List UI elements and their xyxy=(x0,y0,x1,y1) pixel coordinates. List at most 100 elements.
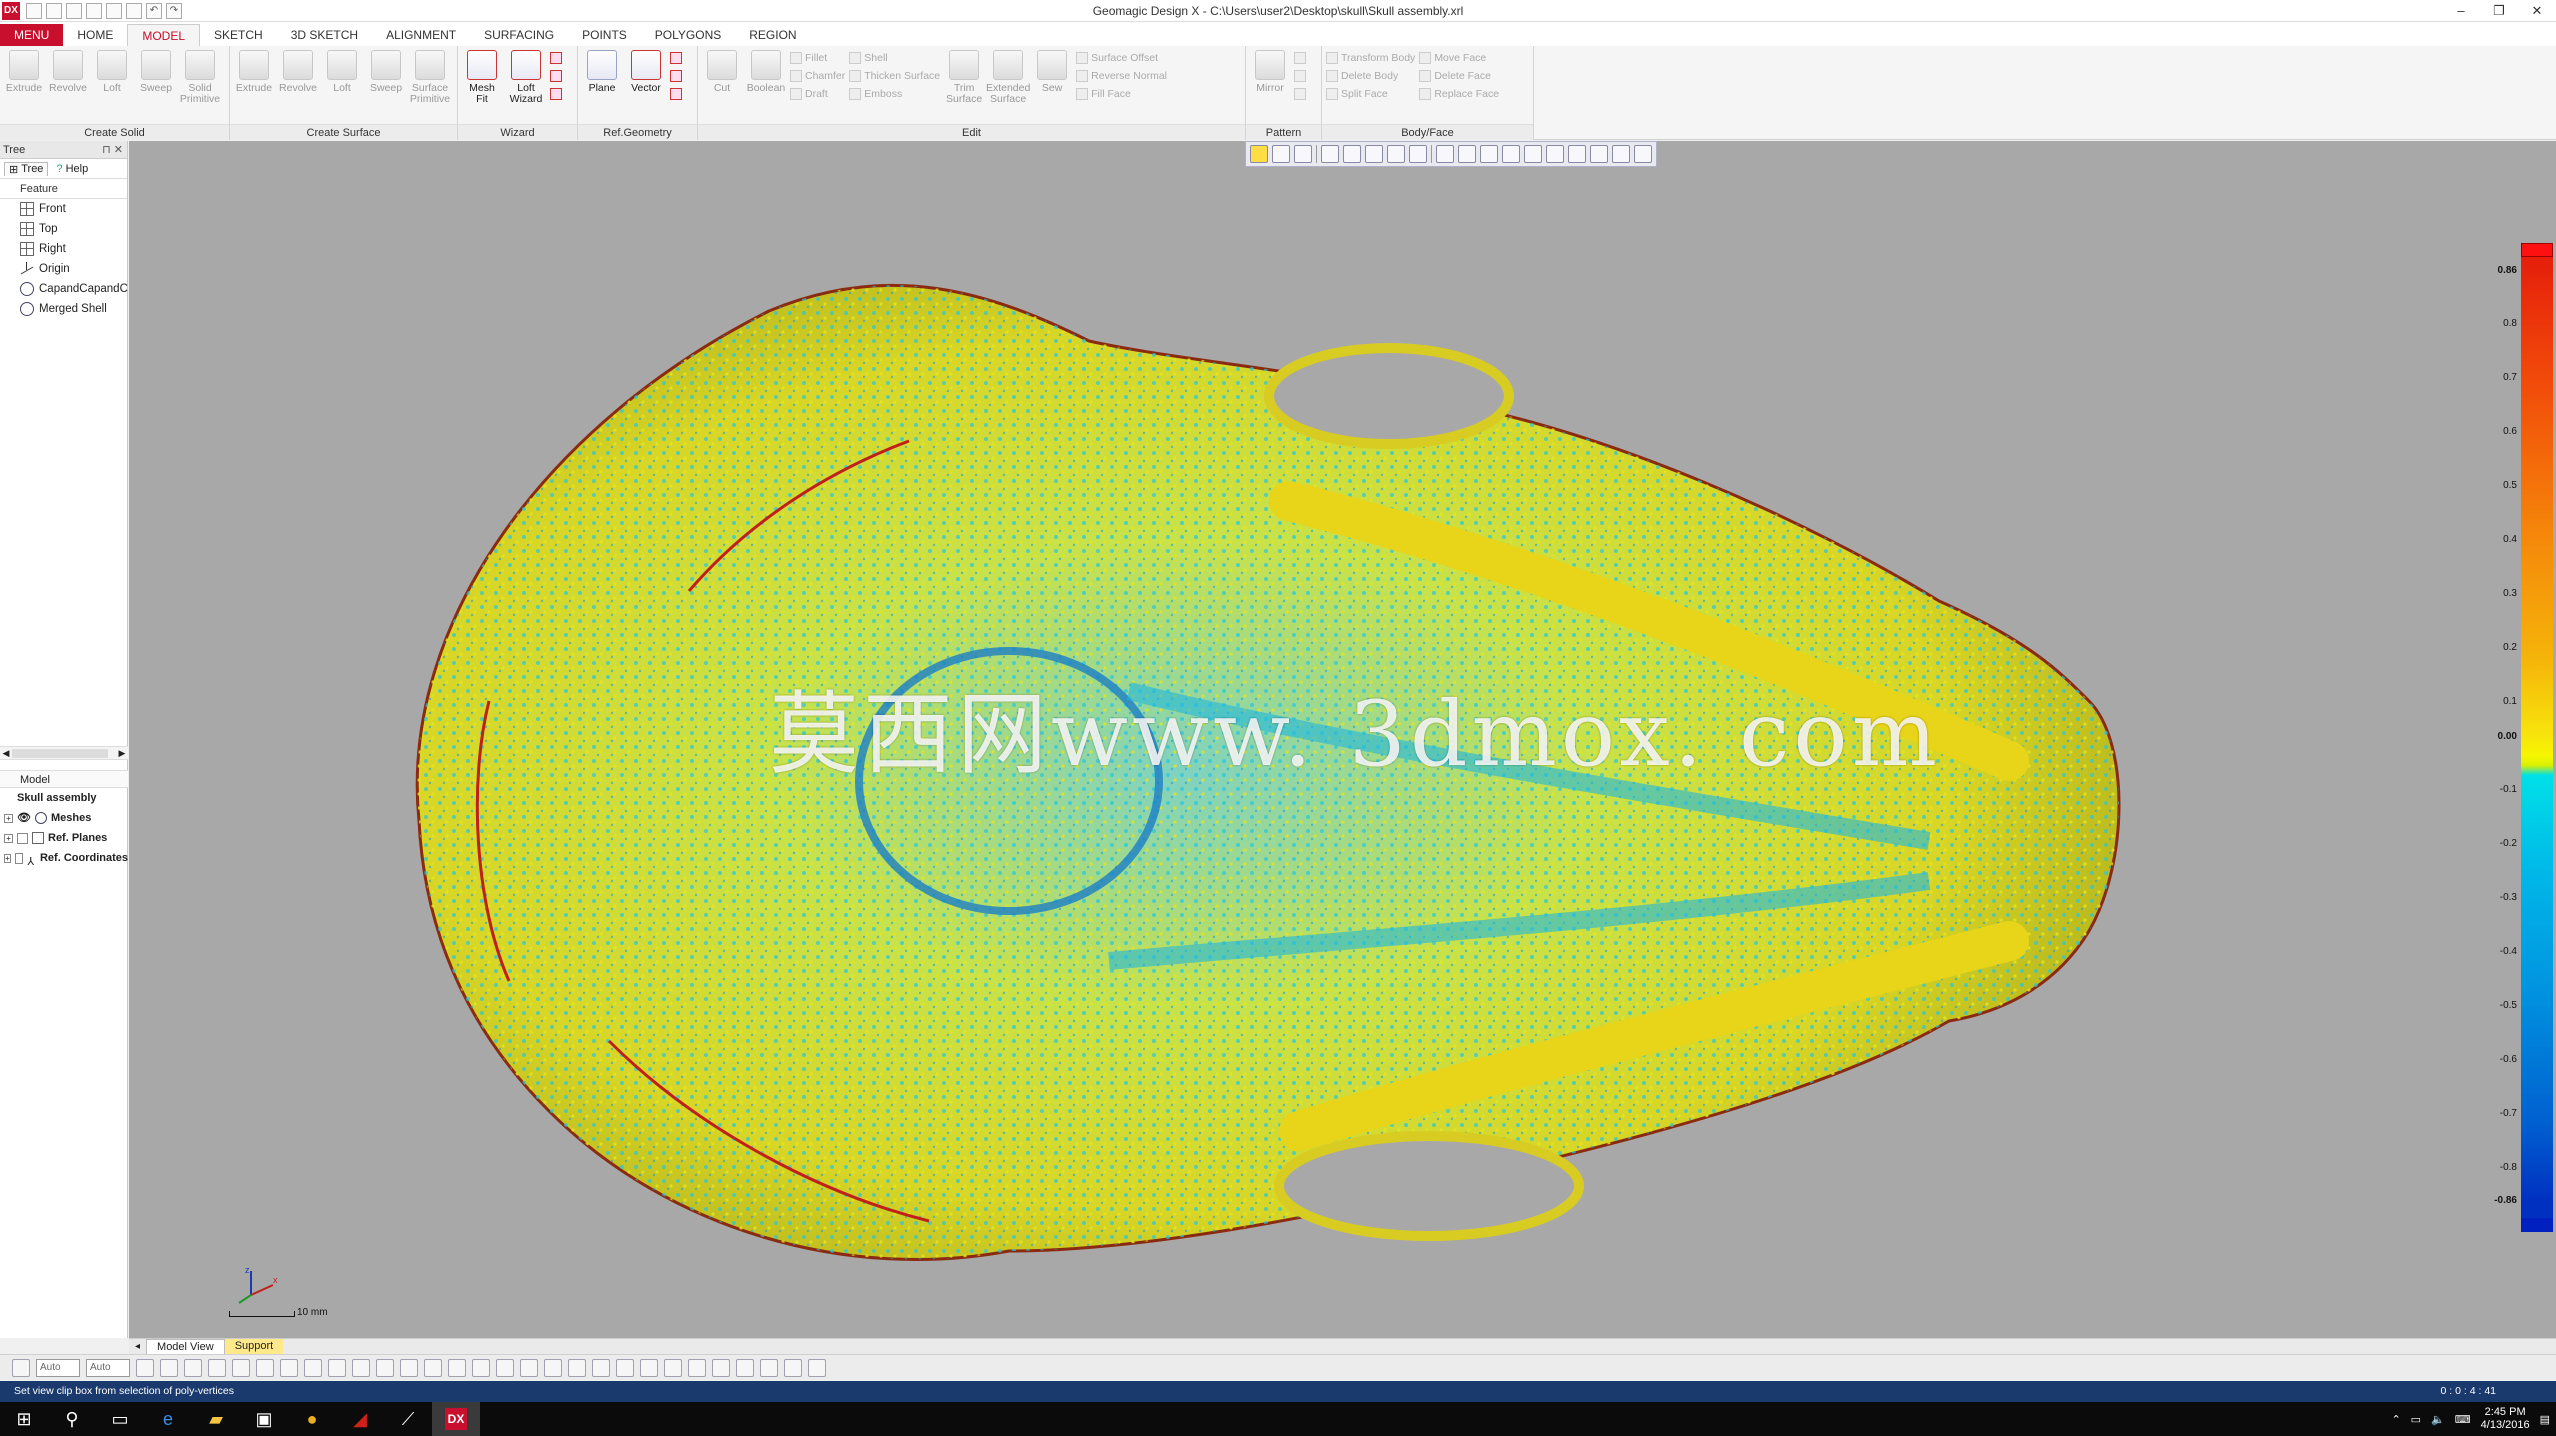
tab-polygons[interactable]: POLYGONS xyxy=(641,24,735,46)
measure-icon[interactable] xyxy=(736,1358,754,1377)
solid-extrude-button[interactable]: Extrude xyxy=(4,50,44,122)
close-button[interactable]: ✕ xyxy=(2518,0,2556,22)
tab-scroll-left-icon[interactable]: ◂ xyxy=(129,1341,146,1352)
tree-item-top[interactable]: Top xyxy=(0,219,127,239)
filter-body-icon[interactable] xyxy=(304,1358,322,1377)
undo-icon[interactable]: ↶ xyxy=(146,3,162,19)
shell-button[interactable]: Shell xyxy=(849,52,940,64)
tab-menu[interactable]: MENU xyxy=(0,24,64,46)
edge-browser-icon[interactable]: e xyxy=(144,1402,192,1436)
filter-region-icon[interactable] xyxy=(280,1358,298,1377)
tab-home[interactable]: HOME xyxy=(63,24,127,46)
move-face-button[interactable]: Move Face xyxy=(1419,52,1499,64)
mesh-fit-button[interactable]: Mesh Fit xyxy=(462,50,502,122)
surface-loft-button[interactable]: Loft xyxy=(322,50,362,122)
selection-filter-icon[interactable] xyxy=(12,1358,30,1377)
expand-icon[interactable]: + xyxy=(4,813,13,823)
filter-sketch-icon[interactable] xyxy=(328,1358,346,1377)
volume-icon[interactable]: 🔈 xyxy=(2431,1413,2445,1426)
vector-button[interactable]: Vector xyxy=(626,50,666,122)
cut-button[interactable]: Cut xyxy=(702,50,742,122)
surface-revolve-button[interactable]: Revolve xyxy=(278,50,318,122)
view-normal-icon[interactable] xyxy=(688,1358,706,1377)
view-back-icon[interactable] xyxy=(544,1358,562,1377)
app-chart-icon[interactable]: ⟋ xyxy=(384,1402,432,1436)
delete-face-button[interactable]: Delete Face xyxy=(1419,70,1499,82)
open-file-icon[interactable] xyxy=(46,3,62,19)
color-icon[interactable] xyxy=(808,1358,826,1377)
tab-support[interactable]: Support xyxy=(224,1339,284,1354)
filter-grid-icon[interactable] xyxy=(184,1358,202,1377)
model-item-meshes[interactable]: + 👁 Meshes xyxy=(0,808,128,828)
task-view-icon[interactable]: ▭ xyxy=(96,1402,144,1436)
app-logo-icon[interactable]: DX xyxy=(2,2,20,20)
view-bottom-icon[interactable] xyxy=(640,1358,658,1377)
filter-coordinate-icon[interactable] xyxy=(424,1358,442,1377)
linear-pattern-button[interactable] xyxy=(1294,52,1306,64)
new-file-icon[interactable] xyxy=(26,3,42,19)
section-icon[interactable] xyxy=(760,1358,778,1377)
tree-item-capand[interactable]: CapandCapandCapandCapa xyxy=(0,279,127,299)
tab-points[interactable]: POINTS xyxy=(568,24,641,46)
filter-vertex-icon[interactable] xyxy=(256,1358,274,1377)
tab-model[interactable]: MODEL xyxy=(127,24,201,46)
tab-tree[interactable]: ⊞ Tree xyxy=(4,161,49,176)
surface-extrude-button[interactable]: Extrude xyxy=(234,50,274,122)
sew-button[interactable]: Sew xyxy=(1032,50,1072,122)
app-red-icon[interactable]: ◢ xyxy=(336,1402,384,1436)
restore-button[interactable]: ❐ xyxy=(2480,0,2518,22)
view-right-icon[interactable] xyxy=(592,1358,610,1377)
surface-primitive-button[interactable]: Surface Primitive xyxy=(410,50,450,122)
language-icon[interactable]: ⌨ xyxy=(2455,1413,2471,1426)
wizard-small-button-2[interactable] xyxy=(550,70,562,82)
view-left-icon[interactable] xyxy=(568,1358,586,1377)
tree-item-front[interactable]: Front xyxy=(0,199,127,219)
fillet-button[interactable]: Fillet xyxy=(790,52,845,64)
tab-help[interactable]: ? Help xyxy=(52,163,92,175)
eye-icon[interactable]: 👁 xyxy=(17,808,31,828)
selection-combo-1[interactable]: Auto xyxy=(36,1358,80,1377)
design-x-taskbar-icon[interactable]: DX xyxy=(432,1402,480,1436)
filter-plane-icon[interactable] xyxy=(376,1358,394,1377)
transform-body-button[interactable]: Transform Body xyxy=(1326,52,1415,64)
scroll-left-icon[interactable]: ◀ xyxy=(0,747,12,759)
boolean-button[interactable]: Boolean xyxy=(746,50,786,122)
deviation-color-bar[interactable] xyxy=(2521,243,2553,1232)
file-explorer-icon[interactable]: ▰ xyxy=(192,1402,240,1436)
render-mode-icon[interactable] xyxy=(712,1358,730,1377)
filter-edge-icon[interactable] xyxy=(232,1358,250,1377)
ref-point-button[interactable] xyxy=(670,52,682,64)
model-root[interactable]: Skull assembly xyxy=(0,788,128,808)
surface-offset-button[interactable]: Surface Offset xyxy=(1076,52,1167,64)
feature-column-header[interactable]: Feature xyxy=(0,179,127,199)
selection-combo-2[interactable]: Auto xyxy=(86,1358,130,1377)
store-icon[interactable]: ▣ xyxy=(240,1402,288,1436)
filter-curve-icon[interactable] xyxy=(352,1358,370,1377)
filter-all-icon[interactable] xyxy=(448,1358,466,1377)
tree-item-right[interactable]: Right xyxy=(0,239,127,259)
chrome-icon[interactable]: ● xyxy=(288,1402,336,1436)
minimize-button[interactable]: – xyxy=(2442,0,2480,22)
save-icon[interactable] xyxy=(66,3,82,19)
loft-wizard-button[interactable]: Loft Wizard xyxy=(506,50,546,122)
replace-face-button[interactable]: Replace Face xyxy=(1419,88,1499,100)
surface-sweep-button[interactable]: Sweep xyxy=(366,50,406,122)
split-face-button[interactable]: Split Face xyxy=(1326,88,1415,100)
tab-model-view[interactable]: Model View xyxy=(146,1339,225,1354)
panel-pin-close-icon[interactable]: ⊓ ✕ xyxy=(102,141,123,159)
expand-icon[interactable]: + xyxy=(4,853,11,863)
filter-vector-icon[interactable] xyxy=(400,1358,418,1377)
scroll-thumb[interactable] xyxy=(12,749,108,758)
view-front-icon[interactable] xyxy=(520,1358,538,1377)
filter-point-icon[interactable] xyxy=(136,1358,154,1377)
tab-3d-sketch[interactable]: 3D SKETCH xyxy=(277,24,372,46)
view-iso-icon[interactable] xyxy=(664,1358,682,1377)
filter-mesh-icon[interactable] xyxy=(160,1358,178,1377)
redo-icon[interactable]: ↷ xyxy=(166,3,182,19)
emboss-button[interactable]: Emboss xyxy=(849,88,940,100)
network-icon[interactable]: ▭ xyxy=(2411,1413,2421,1426)
lighting-icon[interactable] xyxy=(784,1358,802,1377)
import-icon[interactable] xyxy=(86,3,102,19)
solid-loft-button[interactable]: Loft xyxy=(92,50,132,122)
thicken-surface-button[interactable]: Thicken Surface xyxy=(849,70,940,82)
